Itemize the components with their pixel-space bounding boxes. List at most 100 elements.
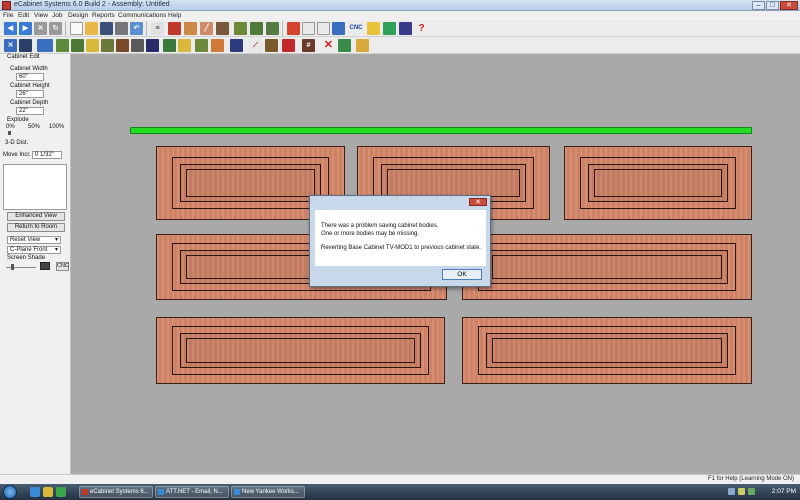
task-nyw[interactable]: New Yankee Works... [231,486,305,498]
toolbar-separator [146,21,147,36]
close-view-icon[interactable]: ✕ [4,39,17,52]
parts-icon[interactable] [266,22,279,35]
cabinet-icon[interactable] [234,22,247,35]
keyboard-icon[interactable] [399,22,412,35]
move-incr-field[interactable]: 0 1/32" [32,151,62,159]
color-wheel-icon[interactable] [168,22,181,35]
assembly-icon[interactable] [56,39,69,52]
drawer-front[interactable] [462,317,752,384]
measure-icon[interactable]: ⟋ [249,39,262,52]
properties-icon[interactable]: ≡ [151,22,164,35]
cnc-toolbar-button[interactable]: CNC [347,22,365,35]
refresh-icon[interactable]: ↻ [49,22,62,35]
start-button[interactable] [3,485,17,499]
chair-icon[interactable] [116,39,129,52]
task-ecabinet[interactable]: eCabinet Systems 6... [79,486,153,498]
chevron-down-icon: ▾ [54,237,58,243]
drawer-front[interactable] [156,317,445,384]
stair-icon[interactable] [131,39,144,52]
window-title: eCabinet Systems 6.0 Build 2 - Assembly:… [14,1,170,8]
menu-view[interactable]: View [34,12,48,19]
panel-center [594,169,722,197]
material-icon[interactable] [184,22,197,35]
folder-icon[interactable] [43,487,53,497]
grid-view-icon[interactable] [146,39,159,52]
return-to-room-button[interactable]: Return to Room [7,223,65,232]
order-icon[interactable] [383,22,396,35]
copy-icon[interactable] [317,22,330,35]
question-icon[interactable]: ? [415,22,428,35]
screen-shade-slider[interactable] [11,264,14,270]
new-file-icon[interactable] [70,22,83,35]
save-icon[interactable] [100,22,113,35]
height-field[interactable]: 26" [16,90,44,98]
forward-icon[interactable]: ▶ [19,22,32,35]
face-frame-icon[interactable] [71,39,84,52]
enhanced-view-button[interactable]: Enhanced View [7,212,65,221]
dialog-body: There was a problem saving cabinet bodie… [315,210,486,266]
lock-icon[interactable] [332,22,345,35]
task-label: New Yankee Works... [242,489,300,495]
menu-communications[interactable]: Communications [118,12,166,19]
shelf-icon[interactable] [101,39,114,52]
menu-design[interactable]: Design [68,12,88,19]
volume-icon[interactable] [738,488,745,495]
cabinet-list-icon[interactable] [250,22,263,35]
menu-job[interactable]: Job [52,12,62,19]
back-icon[interactable]: ◀ [4,22,17,35]
height-label: Cabinet Height [10,83,50,89]
brush-icon[interactable] [265,39,278,52]
cnc-button[interactable]: CNC [56,262,69,271]
cutlist-icon[interactable] [282,39,295,52]
edge-icon[interactable]: ╱ [200,22,213,35]
task-att[interactable]: ATT.NET - Email, N... [155,486,229,498]
undo-icon[interactable]: ↶ [130,22,143,35]
reset-view-select[interactable]: Reset View ▾ [7,236,61,244]
media-icon[interactable] [56,487,66,497]
photo-icon[interactable] [338,39,351,52]
network-icon[interactable] [728,488,735,495]
explode-slider[interactable] [8,131,11,135]
drawer-front[interactable] [564,146,752,220]
frame-icon[interactable] [356,39,369,52]
panel-icon[interactable] [178,39,191,52]
cplane-select[interactable]: C-Plane Front ▾ [7,246,61,254]
hardware-icon[interactable] [216,22,229,35]
save-view-icon[interactable] [19,39,32,52]
dialog-message-line3: Reverting Base Cabinet TV-MOD1 to previo… [321,245,481,251]
open-folder-icon[interactable] [85,22,98,35]
width-label: Cabinet Width [10,66,48,72]
depth-field[interactable]: 22" [16,107,44,115]
document-icon[interactable] [302,22,315,35]
door-icon[interactable] [163,39,176,52]
countertop[interactable] [130,127,752,134]
molding-icon[interactable] [195,39,208,52]
drawer-icon[interactable] [86,39,99,52]
stop-icon[interactable]: ✕ [34,22,47,35]
dialog-close-button[interactable]: ✕ [469,198,487,206]
print-icon[interactable] [115,22,128,35]
shade-swatch[interactable] [40,262,50,270]
menu-edit[interactable]: Edit [18,12,29,19]
report-icon[interactable] [287,22,300,35]
menu-help[interactable]: Help [168,12,181,19]
layout-icon[interactable] [230,39,243,52]
maximize-button[interactable]: □ [766,1,779,10]
hatch-icon[interactable]: # [302,39,315,52]
security-icon[interactable] [748,488,755,495]
close-button[interactable]: ✕ [780,1,798,10]
main-view-icon[interactable] [37,39,53,52]
menu-reports[interactable]: Reports [92,12,115,19]
panel-center [492,255,722,279]
menu-file[interactable]: File [3,12,13,19]
ie-icon[interactable] [30,487,40,497]
drawer-front[interactable] [462,234,752,300]
menu-bar: File Edit View Job Design Reports Commun… [0,11,800,20]
panel-center [186,169,315,197]
minimize-button[interactable]: – [752,1,765,10]
ok-button[interactable]: OK [442,269,482,280]
width-field[interactable]: 60" [16,73,44,81]
dollar-icon[interactable] [367,22,380,35]
delete-icon[interactable]: ✕ [322,39,335,52]
countertop-icon[interactable] [211,39,224,52]
